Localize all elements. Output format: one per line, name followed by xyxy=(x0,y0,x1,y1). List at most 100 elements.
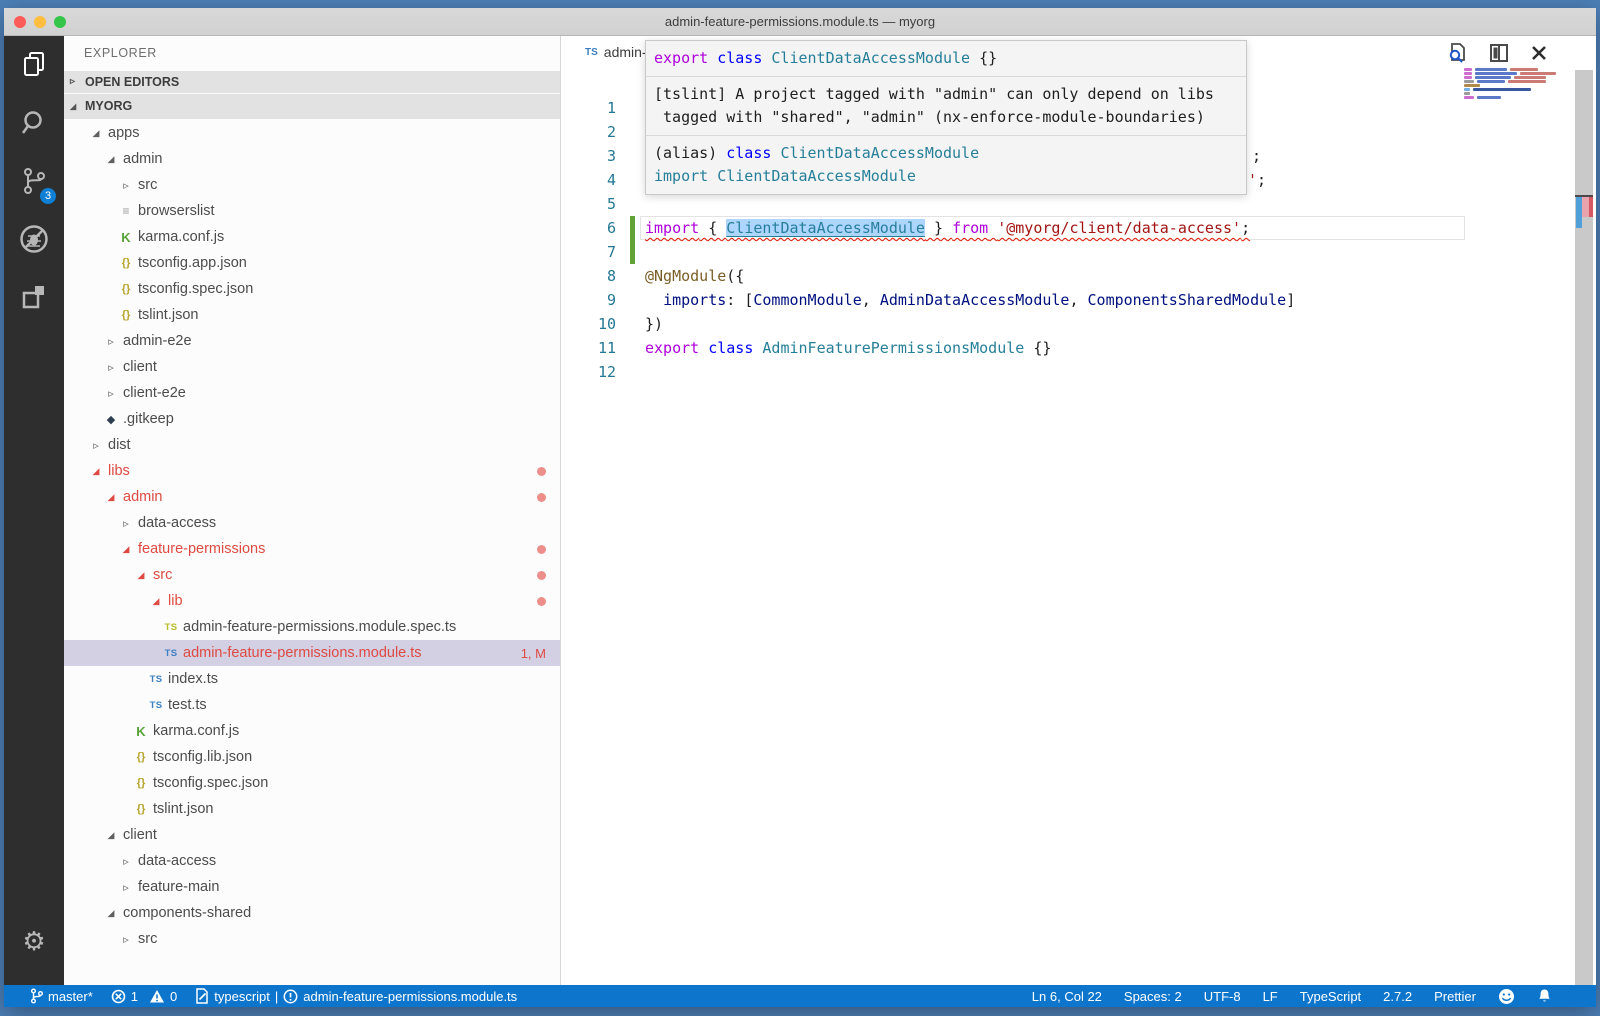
linter-status[interactable]: typescript | admin-feature-permissions.m… xyxy=(195,988,517,1004)
code-line[interactable]: 12 xyxy=(561,360,1596,384)
tree-item[interactable]: ▹client-e2e xyxy=(64,380,560,406)
tree-item[interactable]: {} tslint.json xyxy=(64,796,560,822)
git-status-badge: 1, M xyxy=(521,646,546,661)
workspace-root-section[interactable]: ◢ MYORG xyxy=(64,94,560,119)
tree-item[interactable]: ◢client xyxy=(64,822,560,848)
open-editors-section[interactable]: ▹ OPEN EDITORS xyxy=(64,71,560,93)
eol-status[interactable]: LF xyxy=(1263,989,1278,1004)
typescript-spec-file-icon: TS xyxy=(163,622,179,633)
tree-item[interactable]: ◢apps xyxy=(64,120,560,146)
code-line[interactable]: 7 xyxy=(561,240,1596,264)
tree-item-label: karma.conf.js xyxy=(153,723,239,739)
typescript-file-icon: TS xyxy=(148,674,164,685)
language-mode-status[interactable]: TypeScript xyxy=(1300,989,1361,1004)
ruler-error-mark xyxy=(1589,197,1593,217)
tree-item[interactable]: ▹src xyxy=(64,926,560,952)
tree-item[interactable]: ◢libs xyxy=(64,458,560,484)
desktop-background: admin-feature-permissions.module.ts — my… xyxy=(0,0,1600,1016)
tree-item[interactable]: ≡browserslist xyxy=(64,198,560,224)
tree-item[interactable]: TStest.ts xyxy=(64,692,560,718)
tree-item[interactable]: {}tsconfig.spec.json xyxy=(64,770,560,796)
debug-icon[interactable] xyxy=(4,210,64,268)
minimap-line xyxy=(1464,80,1560,83)
code-line-text: import { ClientDataAccessModule } from '… xyxy=(645,216,1250,240)
json-file-icon: {} xyxy=(133,803,149,815)
tree-item[interactable]: ▹client xyxy=(64,354,560,380)
source-control-badge: 3 xyxy=(40,188,56,204)
close-editor-icon[interactable] xyxy=(1530,44,1548,62)
ruler-error-light-mark xyxy=(1582,197,1589,217)
explorer-icon[interactable] xyxy=(4,36,64,94)
typescript-file-icon: TS xyxy=(163,648,179,659)
code-line[interactable]: 9 imports: [CommonModule, AdminDataAcces… xyxy=(561,288,1596,312)
tree-item[interactable]: ▹admin-e2e xyxy=(64,328,560,354)
tree-item[interactable]: ◢ components-shared xyxy=(64,900,560,926)
tree-item[interactable]: Kkarma.conf.js xyxy=(64,224,560,250)
tree-item[interactable]: TS admin-feature-permissions.module.spec.… xyxy=(64,614,560,640)
json-file-icon: {} xyxy=(118,309,134,321)
code-view[interactable]: 123;4';56import { ClientDataAccessModule… xyxy=(561,96,1596,985)
code-line[interactable]: 10}) xyxy=(561,312,1596,336)
warning-icon xyxy=(149,989,165,1004)
minimap[interactable] xyxy=(1464,68,1560,100)
code-line[interactable]: 8@NgModule({ xyxy=(561,264,1596,288)
explorer-sidebar: EXPLORER ▹ OPEN EDITORS ◢ MYORG ◢apps◢ad… xyxy=(64,36,561,985)
folder-expanded-icon: ◢ xyxy=(88,128,104,139)
feedback-smiley-icon[interactable] xyxy=(1498,988,1515,1005)
notifications-bell-icon[interactable] xyxy=(1537,988,1552,1004)
modified-dot-badge xyxy=(537,493,546,502)
folder-collapsed-icon: ▹ xyxy=(103,361,119,374)
tree-item[interactable]: ▹data-access xyxy=(64,848,560,874)
ts-version-status[interactable]: 2.7.2 xyxy=(1383,989,1412,1004)
split-editor-icon[interactable] xyxy=(1488,42,1510,64)
json-file-icon: {} xyxy=(133,777,149,789)
tree-item[interactable]: {}tsconfig.app.json xyxy=(64,250,560,276)
extensions-icon[interactable] xyxy=(4,268,64,326)
tree-item[interactable]: ◢lib xyxy=(64,588,560,614)
file-tree: ◢apps◢admin▹src≡browserslistKkarma.conf.… xyxy=(64,120,560,952)
code-line[interactable]: 11export class AdminFeaturePermissionsMo… xyxy=(561,336,1596,360)
indentation-status[interactable]: Spaces: 2 xyxy=(1124,989,1182,1004)
tree-item[interactable]: ◆.gitkeep xyxy=(64,406,560,432)
explorer-title: EXPLORER xyxy=(64,36,560,71)
tree-item[interactable]: ◢admin xyxy=(64,484,560,510)
modified-dot-badge xyxy=(537,597,546,606)
line-number: 4 xyxy=(561,168,616,192)
typescript-file-icon: TS xyxy=(585,47,598,58)
tree-item-label: admin-feature-permissions.module.spec.ts xyxy=(183,619,456,635)
tree-item[interactable]: ▹data-access xyxy=(64,510,560,536)
problems-status[interactable]: 1 0 xyxy=(111,989,177,1004)
tree-item[interactable]: ▹dist xyxy=(64,432,560,458)
encoding-status[interactable]: UTF-8 xyxy=(1204,989,1241,1004)
tree-item[interactable]: {}tsconfig.lib.json xyxy=(64,744,560,770)
folder-expanded-icon: ◢ xyxy=(103,908,119,919)
git-branch-status[interactable]: master* xyxy=(30,988,93,1004)
search-icon[interactable] xyxy=(4,94,64,152)
tree-item-label: tsconfig.app.json xyxy=(138,255,247,271)
chevron-right-icon: ▹ xyxy=(70,71,80,93)
editor-area[interactable]: TS admin-feature-permissions.module.ts xyxy=(561,36,1596,985)
overview-ruler[interactable] xyxy=(1575,70,1593,985)
code-line-text: export class AdminFeaturePermissionsModu… xyxy=(645,336,1051,360)
tree-item[interactable]: ◢admin xyxy=(64,146,560,172)
tree-item[interactable]: {} tslint.json xyxy=(64,302,560,328)
tree-item[interactable]: ◢feature-permissions xyxy=(64,536,560,562)
settings-gear-icon[interactable]: ⚙ xyxy=(4,926,64,957)
tree-item[interactable]: ▹src xyxy=(64,172,560,198)
prettier-status[interactable]: Prettier xyxy=(1434,989,1476,1004)
source-control-icon[interactable]: 3 xyxy=(4,152,64,210)
tree-item[interactable]: TSindex.ts xyxy=(64,666,560,692)
modified-dot-badge xyxy=(537,545,546,554)
code-line[interactable]: 6import { ClientDataAccessModule } from … xyxy=(561,216,1596,240)
tree-item-label: components-shared xyxy=(123,905,251,921)
tree-item[interactable]: {}tsconfig.spec.json xyxy=(64,276,560,302)
cursor-position-status[interactable]: Ln 6, Col 22 xyxy=(1032,989,1102,1004)
tree-item[interactable]: ◢src xyxy=(64,562,560,588)
open-changes-icon[interactable] xyxy=(1446,42,1468,64)
tree-item[interactable]: TSadmin-feature-permissions.module.ts1, … xyxy=(64,640,560,666)
tree-item[interactable]: Kkarma.conf.js xyxy=(64,718,560,744)
code-line[interactable]: 5 xyxy=(561,192,1596,216)
tree-item-label: tslint.json xyxy=(138,307,198,323)
tree-item-label: tslint.json xyxy=(153,801,213,817)
tree-item[interactable]: ▹feature-main xyxy=(64,874,560,900)
